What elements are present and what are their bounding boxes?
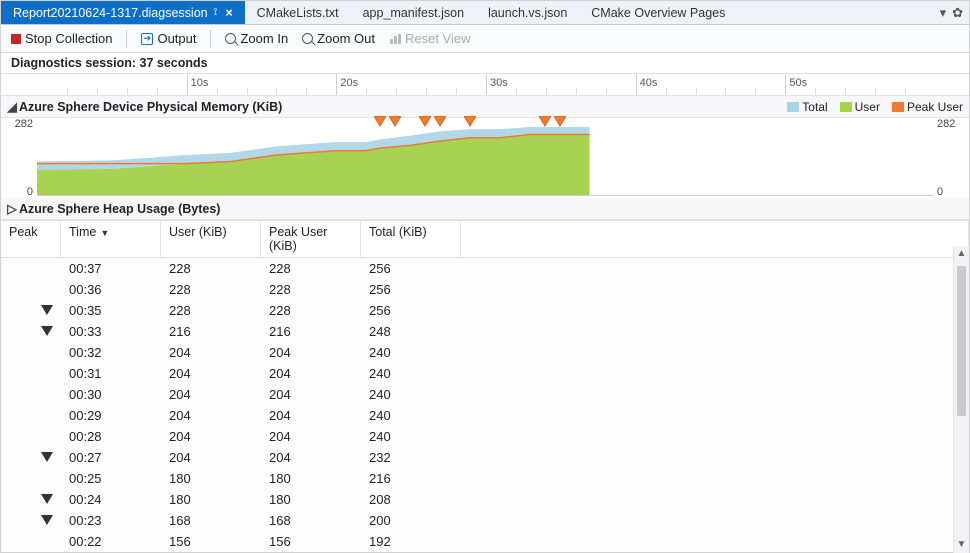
snapshot-marker-icon[interactable] [374, 116, 386, 128]
swatch-peak [892, 102, 904, 112]
ruler-tick: 30s [486, 74, 508, 95]
data-table: Peak Time▼ User (KiB) Peak User (KiB) To… [1, 220, 969, 553]
separator [126, 30, 127, 48]
separator [210, 30, 211, 48]
peak-marker-icon [41, 452, 53, 464]
col-total[interactable]: Total (KiB) [361, 221, 461, 257]
window-icon[interactable]: ✿ [952, 5, 963, 21]
zoom-in-icon [225, 33, 236, 44]
tab-item[interactable]: app_manifest.json [351, 1, 476, 24]
table-row[interactable]: 00:24180180208 [1, 489, 969, 510]
overflow-icon[interactable]: ▾ [940, 5, 947, 21]
snapshot-marker-icon[interactable] [419, 116, 431, 128]
snapshot-marker-icon[interactable] [539, 116, 551, 128]
table-row[interactable]: 00:33216216248 [1, 321, 969, 342]
y-axis-right: 282 0 [933, 118, 969, 198]
diag-toolbar: Stop Collection Output Zoom In Zoom Out … [1, 25, 969, 53]
scroll-thumb[interactable] [957, 266, 966, 416]
snapshot-marker-icon[interactable] [389, 116, 401, 128]
section-title: Azure Sphere Device Physical Memory (KiB… [19, 100, 282, 114]
memory-chart[interactable]: 282 0 282 0 [1, 118, 969, 198]
col-time[interactable]: Time▼ [61, 221, 161, 257]
plot-area[interactable] [37, 120, 933, 196]
tab-label: CMakeLists.txt [257, 6, 339, 20]
tab-label: app_manifest.json [363, 6, 464, 20]
scroll-up-icon[interactable]: ▲ [954, 246, 969, 262]
tab-label: CMake Overview Pages [591, 6, 725, 20]
peak-marker-icon [41, 305, 53, 317]
output-button[interactable]: Output [141, 31, 196, 46]
session-summary: Diagnostics session: 37 seconds [1, 53, 969, 74]
tab-label: launch.vs.json [488, 6, 567, 20]
reset-view-button: Reset View [389, 31, 471, 46]
snapshot-marker-icon[interactable] [434, 116, 446, 128]
zoom-in-button[interactable]: Zoom In [225, 31, 288, 46]
ruler-tick: 20s [336, 74, 358, 95]
section-heap[interactable]: ▷ Azure Sphere Heap Usage (Bytes) [1, 198, 969, 220]
scrollbar[interactable]: ▲ ▼ [953, 246, 969, 553]
expand-icon: ▷ [7, 201, 17, 216]
swatch-user [840, 102, 852, 112]
reset-icon [389, 33, 401, 45]
tab-item[interactable]: launch.vs.json [476, 1, 579, 24]
table-row[interactable]: 00:25180180216 [1, 468, 969, 489]
table-header: Peak Time▼ User (KiB) Peak User (KiB) To… [1, 220, 969, 258]
timeline-ruler[interactable]: 10s 20s 30s 40s 50s [1, 74, 969, 96]
table-row[interactable]: 00:36228228256 [1, 279, 969, 300]
zoom-out-icon [302, 33, 313, 44]
table-row[interactable]: 00:31204204240 [1, 363, 969, 384]
section-memory[interactable]: ◢ Azure Sphere Device Physical Memory (K… [1, 96, 969, 118]
document-tabs: Report20210624-1317.diagsession ⟟ × CMak… [1, 1, 969, 25]
table-row[interactable]: 00:29204204240 [1, 405, 969, 426]
table-row[interactable]: 00:30204204240 [1, 384, 969, 405]
output-icon [141, 33, 153, 45]
peak-marker-icon [41, 494, 53, 506]
legend: Total User Peak User [787, 100, 963, 114]
col-peak-user[interactable]: Peak User (KiB) [261, 221, 361, 257]
table-row[interactable]: 00:28204204240 [1, 426, 969, 447]
table-row[interactable]: 00:32204204240 [1, 342, 969, 363]
section-title: Azure Sphere Heap Usage (Bytes) [19, 202, 220, 216]
ruler-tick: 50s [785, 74, 807, 95]
col-peak[interactable]: Peak [1, 221, 61, 257]
ruler-tick: 10s [187, 74, 209, 95]
close-icon[interactable]: × [225, 6, 232, 20]
col-user[interactable]: User (KiB) [161, 221, 261, 257]
snapshot-marker-icon[interactable] [554, 116, 566, 128]
y-axis-left: 282 0 [1, 118, 37, 198]
table-body: 00:3722822825600:3622822825600:352282282… [1, 258, 969, 553]
stop-collection-button[interactable]: Stop Collection [11, 31, 112, 46]
tab-item[interactable]: CMake Overview Pages [579, 1, 737, 24]
table-row[interactable]: 00:35228228256 [1, 300, 969, 321]
tab-label: Report20210624-1317.diagsession [13, 6, 208, 20]
col-filler [461, 221, 969, 257]
swatch-total [787, 102, 799, 112]
snapshot-marker-icon[interactable] [464, 116, 476, 128]
stop-icon [11, 34, 21, 44]
table-row[interactable]: 00:27204204232 [1, 447, 969, 468]
peak-marker-icon [41, 515, 53, 527]
collapse-icon: ◢ [7, 99, 17, 114]
peak-marker-icon [41, 326, 53, 338]
tab-active[interactable]: Report20210624-1317.diagsession ⟟ × [1, 1, 245, 24]
zoom-out-button[interactable]: Zoom Out [302, 31, 375, 46]
tab-item[interactable]: CMakeLists.txt [245, 1, 351, 24]
table-row[interactable]: 00:22156156192 [1, 531, 969, 552]
table-row[interactable]: 00:23168168200 [1, 510, 969, 531]
table-row[interactable]: 00:37228228256 [1, 258, 969, 279]
ruler-tick: 40s [636, 74, 658, 95]
sort-desc-icon: ▼ [100, 228, 109, 238]
pin-icon[interactable]: ⟟ [214, 7, 218, 18]
scroll-down-icon[interactable]: ▼ [954, 537, 969, 553]
